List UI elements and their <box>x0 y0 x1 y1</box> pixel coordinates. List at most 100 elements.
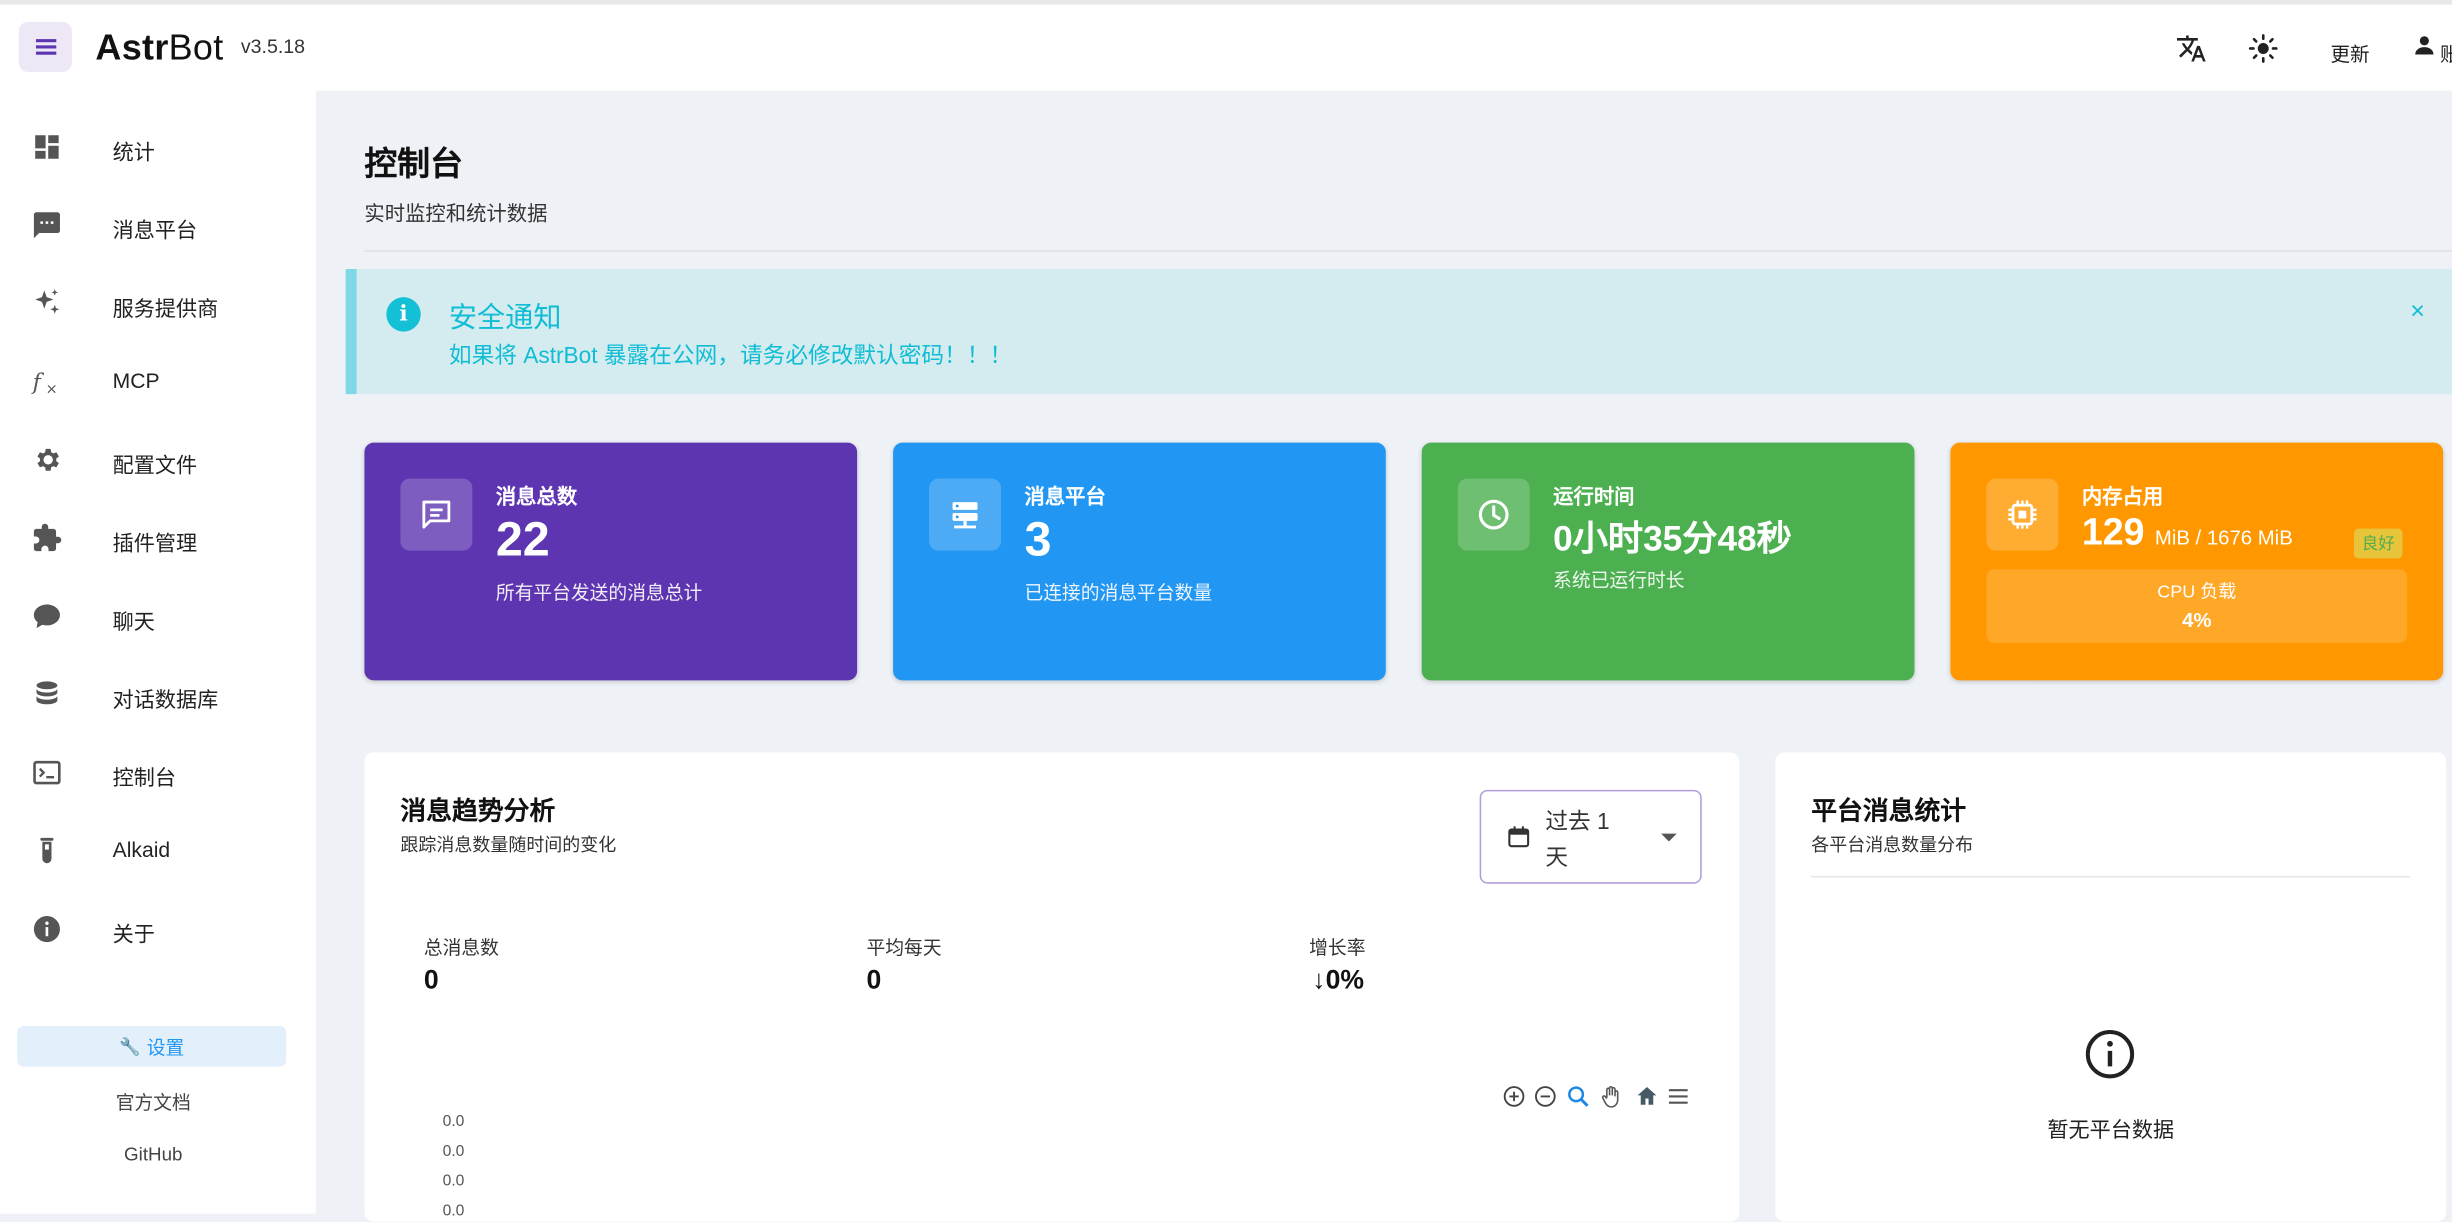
sidebar-item-label: 关于 <box>112 922 155 947</box>
sidebar-item-label: 配置文件 <box>112 453 198 478</box>
docs-link[interactable]: 官方文档 <box>0 1089 307 1116</box>
settings-button[interactable]: 🔧 设置 <box>17 1026 287 1067</box>
y-tick-label: 0.0 <box>442 1173 465 1191</box>
home-icon[interactable] <box>1634 1084 1659 1109</box>
main-content: 控制台 实时监控和统计数据 i 安全通知 如果将 AstrBot 暴露在公网，请… <box>316 91 2452 1222</box>
avg-per-day-value: 0 <box>866 965 882 995</box>
update-button[interactable]: 更新 <box>2331 38 2370 68</box>
cpu-load-value: 4% <box>2182 608 2212 632</box>
arrow-down-icon: ↓ <box>1312 965 1326 995</box>
svg-text:f: f <box>31 369 44 395</box>
trend-panel: 消息趋势分析 跟踪消息数量随时间的变化 过去 1 天 总消息数 0 平均每天 0… <box>364 752 1740 1222</box>
sparkles-icon <box>35 289 60 314</box>
info-icon <box>33 916 60 943</box>
sidebar-item-chat[interactable]: 聊天 <box>0 585 316 648</box>
cpu-chip-icon <box>1986 478 2059 551</box>
sidebar-item-label: 统计 <box>112 140 155 165</box>
sidebar-item-label: 聊天 <box>112 609 155 634</box>
sidebar-item-platforms[interactable]: 消息平台 <box>0 194 316 257</box>
card-title: 内存占用 <box>2081 484 2164 509</box>
zoom-in-icon[interactable] <box>1502 1084 1527 1109</box>
sidebar-item-label: MCP <box>112 369 160 393</box>
sidebar-item-label: 插件管理 <box>112 531 198 556</box>
platforms-card: 消息平台 3 已连接的消息平台数量 <box>893 442 1386 681</box>
sidebar-item-config[interactable]: 配置文件 <box>0 429 316 492</box>
console-icon <box>33 760 61 785</box>
card-value: 22 <box>495 511 550 567</box>
y-tick-label: 0.0 <box>442 1113 465 1131</box>
card-value: 0小时35分48秒 <box>1553 519 1792 559</box>
sidebar-item-console[interactable]: 控制台 <box>0 741 316 804</box>
sidebar-item-about[interactable]: 关于 <box>0 898 316 961</box>
page-subtitle: 实时监控和统计数据 <box>364 201 548 226</box>
test-tube-icon <box>40 837 54 864</box>
sidebar-item-providers[interactable]: 服务提供商 <box>0 272 316 335</box>
database-icon <box>36 681 58 705</box>
puzzle-icon <box>33 523 62 552</box>
sidebar-item-plugins[interactable]: 插件管理 <box>0 507 316 570</box>
alert-message: 如果将 AstrBot 暴露在公网，请务必修改默认密码！！！ <box>448 344 1013 370</box>
platform-stats-subtitle: 各平台消息数量分布 <box>1811 836 1974 856</box>
header-divider <box>364 250 2452 252</box>
app-header: AstrBot v3.5.18 更新 账 <box>0 4 2452 91</box>
sidebar-item-stats[interactable]: 统计 <box>0 116 316 179</box>
info-outline-icon <box>2085 1030 2135 1079</box>
menu-icon[interactable] <box>1666 1084 1691 1109</box>
magnifier-icon[interactable] <box>1566 1084 1591 1109</box>
platform-stats-panel: 平台消息统计 各平台消息数量分布 暂无平台数据 <box>1775 752 2447 1222</box>
growth-rate-label: 增长率 <box>1309 936 1366 959</box>
empty-state-text: 暂无平台数据 <box>2047 1118 2175 1142</box>
hamburger-icon <box>35 45 56 49</box>
card-value: 3 <box>1024 511 1052 567</box>
zoom-out-icon[interactable] <box>1533 1084 1558 1109</box>
dashboard-icon <box>35 135 59 159</box>
calendar-icon <box>1508 826 1530 848</box>
time-range-select[interactable]: 过去 1 天 <box>1479 789 1702 884</box>
total-messages-label: 总消息数 <box>423 936 499 959</box>
sidebar-item-mcp[interactable]: f × MCP <box>0 350 316 413</box>
account-button[interactable]: 账 <box>2440 38 2452 68</box>
settings-label: 设置 <box>146 1036 185 1059</box>
sidebar-item-alkaid[interactable]: Alkaid <box>0 820 316 883</box>
chevron-down-icon <box>1661 833 1677 842</box>
gear-icon <box>37 448 59 471</box>
sidebar-item-label: 服务提供商 <box>112 297 219 321</box>
security-alert: i 安全通知 如果将 AstrBot 暴露在公网，请务必修改默认密码！！！ × <box>345 269 2452 395</box>
total-messages-value: 0 <box>423 965 439 995</box>
pan-hand-icon[interactable] <box>1599 1084 1624 1109</box>
server-icon <box>929 478 1002 551</box>
alert-title: 安全通知 <box>448 301 562 334</box>
clock-icon <box>1457 478 1530 551</box>
platform-stats-title: 平台消息统计 <box>1811 797 1967 826</box>
translate-icon[interactable] <box>2176 33 2207 64</box>
message-icon <box>400 478 473 551</box>
trend-subtitle: 跟踪消息数量随时间的变化 <box>400 836 617 856</box>
card-title: 消息平台 <box>1024 484 1106 509</box>
y-tick-label: 0.0 <box>442 1202 465 1220</box>
sidebar-item-database[interactable]: 对话数据库 <box>0 663 316 726</box>
sidebar-item-label: 控制台 <box>112 766 176 790</box>
y-tick-label: 0.0 <box>442 1143 465 1161</box>
cpu-load-box: CPU 负载 4% <box>1986 569 2408 643</box>
account-icon[interactable] <box>2413 34 2435 56</box>
sidebar-item-label: 对话数据库 <box>112 688 219 712</box>
brand-logo: AstrBot <box>95 26 224 68</box>
theme-sun-icon[interactable] <box>2248 33 2279 64</box>
card-value: 129 MiB / 1676 MiB <box>2081 511 2293 554</box>
version-label: v3.5.18 <box>240 35 306 58</box>
page-title: 控制台 <box>364 147 463 183</box>
cpu-load-label: CPU 负载 <box>2157 583 2237 603</box>
info-icon: i <box>386 297 421 332</box>
sidebar-item-label: 消息平台 <box>112 218 198 243</box>
platform-stats-divider <box>1811 875 2411 878</box>
memory-status-badge: 良好 <box>2353 528 2403 559</box>
card-description: 已连接的消息平台数量 <box>1024 581 1213 604</box>
github-link[interactable]: GitHub <box>0 1143 307 1165</box>
wrench-icon: 🔧 <box>119 1037 141 1057</box>
close-icon[interactable]: × <box>2410 299 2425 327</box>
memory-card: 内存占用 129 MiB / 1676 MiB 良好 CPU 负载 4% <box>1950 442 2444 681</box>
growth-rate-value: ↓0% <box>1312 965 1365 995</box>
menu-toggle-button[interactable] <box>18 21 72 72</box>
card-description: 所有平台发送的消息总计 <box>495 581 703 604</box>
svg-text:×: × <box>46 381 58 397</box>
